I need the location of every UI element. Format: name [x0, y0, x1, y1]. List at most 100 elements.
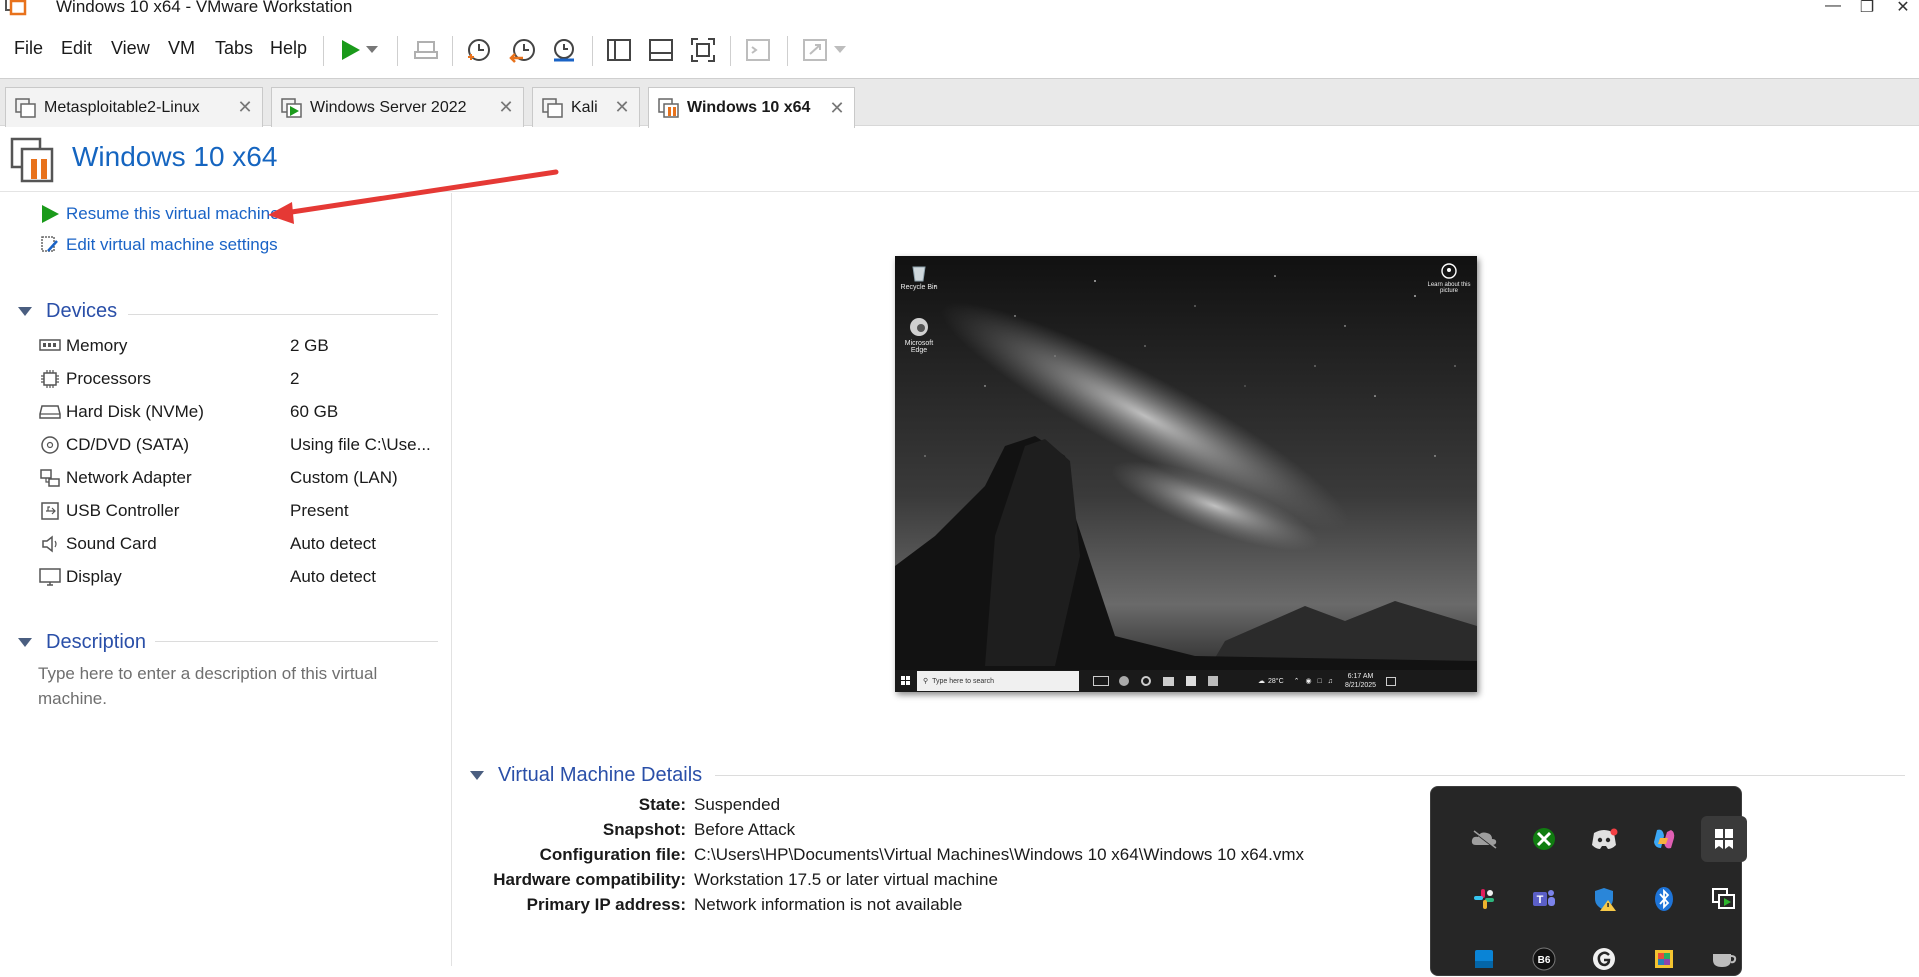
copilot-taskbar-icon[interactable]	[1119, 676, 1129, 686]
device-value: Using file C:\Use...	[290, 435, 431, 454]
windows-start-icon[interactable]	[895, 674, 917, 688]
chevron-down-icon	[366, 46, 378, 53]
guest-time: 6:17 AM	[1347, 673, 1374, 680]
device-row-sound-card[interactable]: Sound Card Auto detect	[38, 529, 438, 559]
snapshot-manager-icon	[554, 39, 574, 62]
description-heading: Description	[46, 631, 147, 653]
device-row-network-adapter[interactable]: Network Adapter Custom (LAN)	[38, 463, 438, 493]
svg-text:T: T	[1537, 894, 1544, 906]
bluetooth-icon[interactable]	[1646, 881, 1682, 917]
device-row-cd-dvd[interactable]: CD/DVD (SATA) Using file C:\Use...	[38, 430, 438, 460]
blue-app-icon[interactable]	[1466, 941, 1502, 977]
system-tray-icons[interactable]: ⌃ ◉ □ ♫	[1294, 677, 1335, 685]
resume-vm-link[interactable]: Resume this virtual machine	[40, 204, 280, 224]
cup-icon[interactable]	[1706, 941, 1742, 977]
ctrl-alt-del-icon	[414, 41, 438, 59]
detail-value: Network information is not available	[694, 895, 963, 914]
edge-taskbar-icon[interactable]	[1141, 676, 1151, 686]
console-icon	[746, 39, 770, 61]
console-view-button[interactable]	[740, 32, 776, 68]
menu-vm[interactable]: VM	[168, 38, 195, 59]
close-tab-icon[interactable]: ✕	[826, 98, 848, 119]
detail-row-snapshot: Snapshot: Before Attack	[470, 820, 1470, 845]
tab-windows-10-x64[interactable]: Windows 10 x64 ✕	[648, 87, 855, 128]
menu-file[interactable]: File	[14, 38, 43, 59]
revert-snapshot-button[interactable]	[505, 32, 541, 68]
take-snapshot-button[interactable]	[461, 32, 497, 68]
mail-taskbar-icon[interactable]	[1208, 676, 1218, 686]
tab-metasploitable2-linux[interactable]: Metasploitable2-Linux ✕	[5, 87, 263, 127]
menu-edit[interactable]: Edit	[61, 38, 92, 59]
description-section-toggle[interactable]: Description	[18, 631, 146, 654]
section-divider	[155, 641, 438, 642]
full-screen-icon	[691, 38, 715, 62]
device-row-hard-disk[interactable]: Hard Disk (NVMe) 60 GB	[38, 397, 438, 427]
color-app-icon[interactable]	[1646, 941, 1682, 977]
close-tab-icon[interactable]: ✕	[495, 97, 517, 118]
vmware-app-icon	[5, 0, 27, 16]
description-field[interactable]: Type here to enter a description of this…	[38, 661, 418, 711]
play-icon	[42, 205, 59, 223]
slack-icon[interactable]	[1466, 881, 1502, 917]
usb-controller-icon	[38, 500, 62, 522]
stretch-dropdown-button[interactable]	[828, 32, 852, 68]
device-row-display[interactable]: Display Auto detect	[38, 562, 438, 592]
menu-view[interactable]: View	[111, 38, 150, 59]
device-row-processors[interactable]: Processors 2	[38, 364, 438, 394]
restore-button[interactable]: ❐	[1852, 0, 1882, 17]
tab-kali[interactable]: Kali ✕	[532, 87, 640, 127]
close-tab-icon[interactable]: ✕	[611, 97, 633, 118]
title-bar: Windows 10 x64 - VMware Workstation — ❐ …	[0, 0, 1919, 19]
copilot-icon[interactable]	[1646, 821, 1682, 857]
file-explorer-taskbar-icon[interactable]	[1163, 676, 1174, 686]
guest-taskbar: ⚲ Type here to search ☁ 28°C ⌃ ◉ □ ♫ 6:1…	[895, 670, 1477, 692]
device-row-usb-controller[interactable]: USB Controller Present	[38, 496, 438, 526]
minimize-button[interactable]: —	[1818, 0, 1848, 15]
grammarly-icon[interactable]	[1586, 941, 1622, 977]
vm-tab-strip: Metasploitable2-Linux ✕ Windows Server 2…	[0, 78, 1919, 128]
teams-icon[interactable]: T	[1526, 881, 1562, 917]
xbox-icon[interactable]	[1526, 821, 1562, 857]
bookmark-app-icon[interactable]	[1701, 816, 1747, 862]
notifications-icon[interactable]	[1386, 676, 1397, 686]
snapshot-manager-button[interactable]	[546, 32, 582, 68]
device-value: 60 GB	[290, 402, 339, 421]
power-dropdown-button[interactable]	[360, 32, 384, 68]
device-name: USB Controller	[66, 501, 180, 520]
detail-label: Configuration file:	[539, 845, 686, 864]
device-row-memory[interactable]: Memory 2 GB	[38, 331, 438, 361]
guest-clock[interactable]: 6:17 AM 8/21/2025	[1345, 672, 1376, 690]
vmware-tray-icon[interactable]	[1706, 881, 1742, 917]
recycle-bin-icon	[912, 266, 926, 282]
window-title: Windows 10 x64 - VMware Workstation	[56, 0, 353, 16]
guest-search-box[interactable]: ⚲ Type here to search	[917, 671, 1079, 691]
desktop-icon-microsoft-edge[interactable]: Microsoft Edge	[899, 316, 939, 354]
sound-card-icon	[38, 533, 62, 555]
task-view-icon[interactable]	[1093, 676, 1109, 686]
detail-row-hardware-compatibility: Hardware compatibility: Workstation 17.5…	[470, 870, 1470, 895]
tab-label: Windows 10 x64	[687, 99, 811, 116]
learn-about-picture-icon[interactable]: Learn about this picture	[1425, 262, 1473, 294]
menu-tabs[interactable]: Tabs	[215, 38, 253, 59]
temperature-text: 28°C	[1268, 677, 1284, 685]
bo-app-icon[interactable]: B6	[1526, 941, 1562, 977]
send-ctrl-alt-del-button[interactable]	[408, 32, 444, 68]
close-tab-icon[interactable]: ✕	[234, 97, 256, 118]
vm-details-section-toggle[interactable]: Virtual Machine Details	[470, 764, 702, 787]
tab-windows-server-2022[interactable]: Windows Server 2022 ✕	[271, 87, 524, 127]
desktop-icon-recycle-bin[interactable]: Recycle Bin	[899, 262, 939, 291]
show-thumbnail-bar-button[interactable]	[643, 32, 679, 68]
defender-warning-icon[interactable]	[1586, 881, 1622, 917]
show-library-button[interactable]	[601, 32, 637, 68]
device-value: 2	[290, 369, 300, 388]
search-icon: ⚲	[923, 678, 929, 685]
onedrive-icon[interactable]	[1466, 821, 1502, 857]
store-taskbar-icon[interactable]	[1186, 676, 1196, 686]
close-window-button[interactable]: ✕	[1888, 0, 1918, 17]
menu-help[interactable]: Help	[270, 38, 307, 59]
edit-vm-settings-link[interactable]: Edit virtual machine settings	[40, 235, 278, 255]
vm-screen-thumbnail[interactable]: Recycle Bin Microsoft Edge Learn about t…	[895, 256, 1477, 692]
devices-section-toggle[interactable]: Devices	[18, 300, 117, 323]
full-screen-button[interactable]	[685, 32, 721, 68]
discord-icon[interactable]	[1586, 821, 1622, 857]
